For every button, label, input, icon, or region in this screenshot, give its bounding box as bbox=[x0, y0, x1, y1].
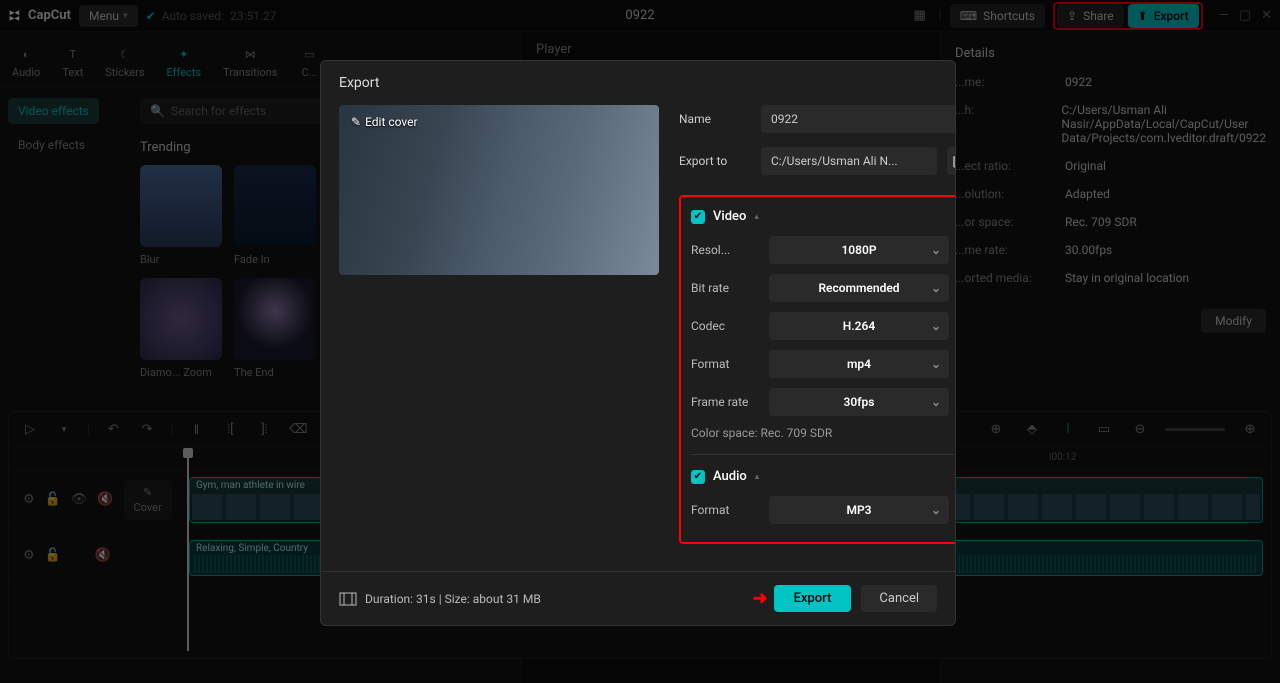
audio-format-select[interactable]: MP3 bbox=[769, 496, 949, 524]
film-icon bbox=[339, 592, 357, 606]
exportto-input[interactable] bbox=[761, 147, 937, 175]
codec-select[interactable]: H.264 bbox=[769, 312, 949, 340]
bitrate-label: Bit rate bbox=[691, 281, 769, 295]
audio-checkbox[interactable]: ✔ bbox=[691, 470, 705, 484]
cancel-button[interactable]: Cancel bbox=[861, 585, 937, 612]
audio-format-label: Format bbox=[691, 503, 769, 517]
arrow-annotation: ➜ bbox=[753, 588, 768, 609]
export-preview: ✎ Edit cover bbox=[339, 105, 659, 275]
codec-label: Codec bbox=[691, 319, 769, 333]
browse-folder-button[interactable] bbox=[947, 147, 955, 175]
export-modal: Export ✎ Edit cover Name Export to bbox=[320, 60, 956, 626]
video-checkbox[interactable]: ✔ bbox=[691, 210, 705, 224]
pencil-icon: ✎ bbox=[351, 115, 361, 129]
folder-icon bbox=[953, 154, 955, 168]
edit-cover-button[interactable]: ✎ Edit cover bbox=[351, 115, 418, 129]
modal-title: Export bbox=[321, 61, 955, 105]
resolution-select[interactable]: 1080P bbox=[769, 236, 949, 264]
format-select[interactable]: mp4 bbox=[769, 350, 949, 378]
framerate-select[interactable]: 30fps bbox=[769, 388, 949, 416]
colorspace-text: Color space: Rec. 709 SDR bbox=[691, 426, 955, 440]
format-label: Format bbox=[691, 357, 769, 371]
caret-up-icon: ▴ bbox=[754, 212, 759, 222]
audio-section-toggle[interactable]: ✔ Audio ▴ bbox=[691, 469, 955, 484]
framerate-label: Frame rate bbox=[691, 395, 769, 409]
video-section-toggle[interactable]: ✔ Video ▴ bbox=[691, 209, 955, 224]
exportto-label: Export to bbox=[679, 154, 751, 168]
name-label: Name bbox=[679, 112, 751, 126]
name-input[interactable] bbox=[761, 105, 955, 133]
duration-info: Duration: 31s | Size: about 31 MB bbox=[339, 592, 541, 606]
export-settings-highlight: ✔ Video ▴ Resol...1080P Bit rateRecommen… bbox=[679, 195, 955, 544]
bitrate-select[interactable]: Recommended bbox=[769, 274, 949, 302]
resolution-label: Resol... bbox=[691, 243, 769, 257]
export-confirm-button[interactable]: Export bbox=[774, 585, 852, 612]
caret-up-icon: ▴ bbox=[755, 472, 760, 482]
